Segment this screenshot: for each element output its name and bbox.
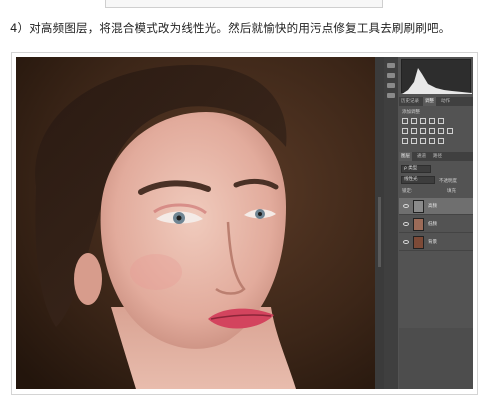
hue-icon[interactable] [402, 128, 408, 134]
selective-color-icon[interactable] [438, 138, 444, 144]
step-caption: 4）对高频图层，将混合模式改为线性光。然后就愉快的用污点修复工具去刷刷刷吧。 [10, 21, 451, 35]
eye-icon[interactable] [403, 222, 409, 226]
layers-empty-area [399, 328, 473, 389]
tab-history[interactable]: 历史记录 [399, 97, 421, 106]
top-decorative-bar [105, 0, 383, 8]
eye-icon[interactable] [403, 204, 409, 208]
eye-icon[interactable] [403, 240, 409, 244]
curves-icon[interactable] [420, 118, 426, 124]
layer-name: 背景 [428, 240, 437, 245]
tool-icon[interactable] [387, 63, 395, 68]
layer-row-low-freq[interactable]: 低频 [399, 216, 473, 233]
histogram [401, 59, 472, 94]
layer-thumbnail [413, 236, 424, 249]
tab-channels[interactable]: 通道 [415, 152, 428, 161]
layer-name: 低频 [428, 222, 437, 227]
tool-icon[interactable] [387, 93, 395, 98]
vibrance-icon[interactable] [438, 118, 444, 124]
lock-label: 锁定: [402, 189, 413, 194]
photo-filter-icon[interactable] [429, 128, 435, 134]
history-adjust-tabs: 历史记录 调整 动作 [399, 97, 473, 106]
canvas-scrollbar[interactable] [375, 57, 384, 389]
tool-icon[interactable] [387, 73, 395, 78]
brightness-icon[interactable] [402, 118, 408, 124]
blend-mode-select[interactable]: 线性光 [401, 176, 435, 184]
layer-kind-filter[interactable]: ρ 类型 [401, 165, 431, 173]
invert-icon[interactable] [402, 138, 408, 144]
balance-icon[interactable] [411, 128, 417, 134]
tab-actions[interactable]: 动作 [439, 97, 452, 106]
mixer-icon[interactable] [438, 128, 444, 134]
tab-adjust[interactable]: 调整 [423, 97, 436, 106]
threshold-icon[interactable] [420, 138, 426, 144]
scrollbar-thumb[interactable] [378, 197, 381, 267]
levels-icon[interactable] [411, 118, 417, 124]
bw-icon[interactable] [420, 128, 426, 134]
tab-layers[interactable]: 图层 [399, 152, 412, 161]
layer-thumbnail [413, 200, 424, 213]
layer-row-background[interactable]: 背景 [399, 234, 473, 251]
layer-name: 高频 [428, 204, 437, 209]
layer-row-high-freq[interactable]: 高频 [399, 198, 473, 215]
opacity-label: 不透明度 [439, 179, 457, 184]
portrait-photo [16, 57, 375, 389]
adjust-label: 添加调整 [402, 110, 420, 115]
photoshop-panels: 历史记录 调整 动作 添加调整 图层 通道 路径 ρ 类型 线性光 不透明度 锁… [384, 57, 473, 389]
exposure-icon[interactable] [429, 118, 435, 124]
fill-label: 填充 [447, 189, 456, 194]
tab-paths[interactable]: 路径 [431, 152, 444, 161]
layers-tabs: 图层 通道 路径 [399, 152, 473, 161]
gradient-map-icon[interactable] [429, 138, 435, 144]
layer-thumbnail [413, 218, 424, 231]
lookup-icon[interactable] [447, 128, 453, 134]
panel-tool-column [384, 57, 398, 389]
tool-icon[interactable] [387, 83, 395, 88]
posterize-icon[interactable] [411, 138, 417, 144]
